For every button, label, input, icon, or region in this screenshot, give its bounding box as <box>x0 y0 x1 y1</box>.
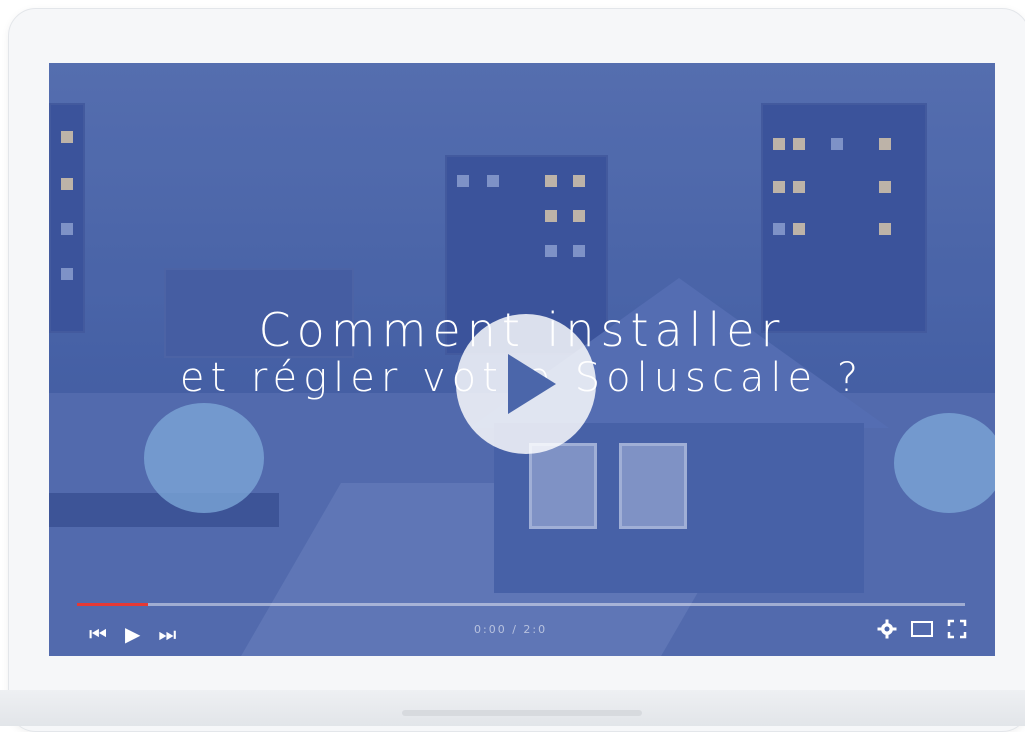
play-small-icon[interactable]: ▶ <box>125 622 140 646</box>
timecode: 0:00 / 2:0 <box>474 623 548 636</box>
right-controls <box>877 619 967 639</box>
next-icon[interactable]: ⏭ <box>158 622 176 646</box>
progress-fill <box>77 603 149 606</box>
play-button[interactable] <box>456 314 596 454</box>
gear-icon[interactable] <box>877 619 897 639</box>
play-icon <box>508 354 556 414</box>
playback-controls: ⏮ ▶ ⏭ <box>89 619 176 649</box>
previous-icon[interactable]: ⏮ <box>89 622 107 646</box>
fullscreen-icon[interactable] <box>947 619 967 639</box>
laptop-base <box>0 690 1025 726</box>
video-player[interactable]: Comment installer et régler votre Solusc… <box>49 63 995 656</box>
miniplayer-icon[interactable] <box>911 621 933 637</box>
laptop-hinge <box>402 710 642 716</box>
progress-bar[interactable] <box>77 603 965 606</box>
